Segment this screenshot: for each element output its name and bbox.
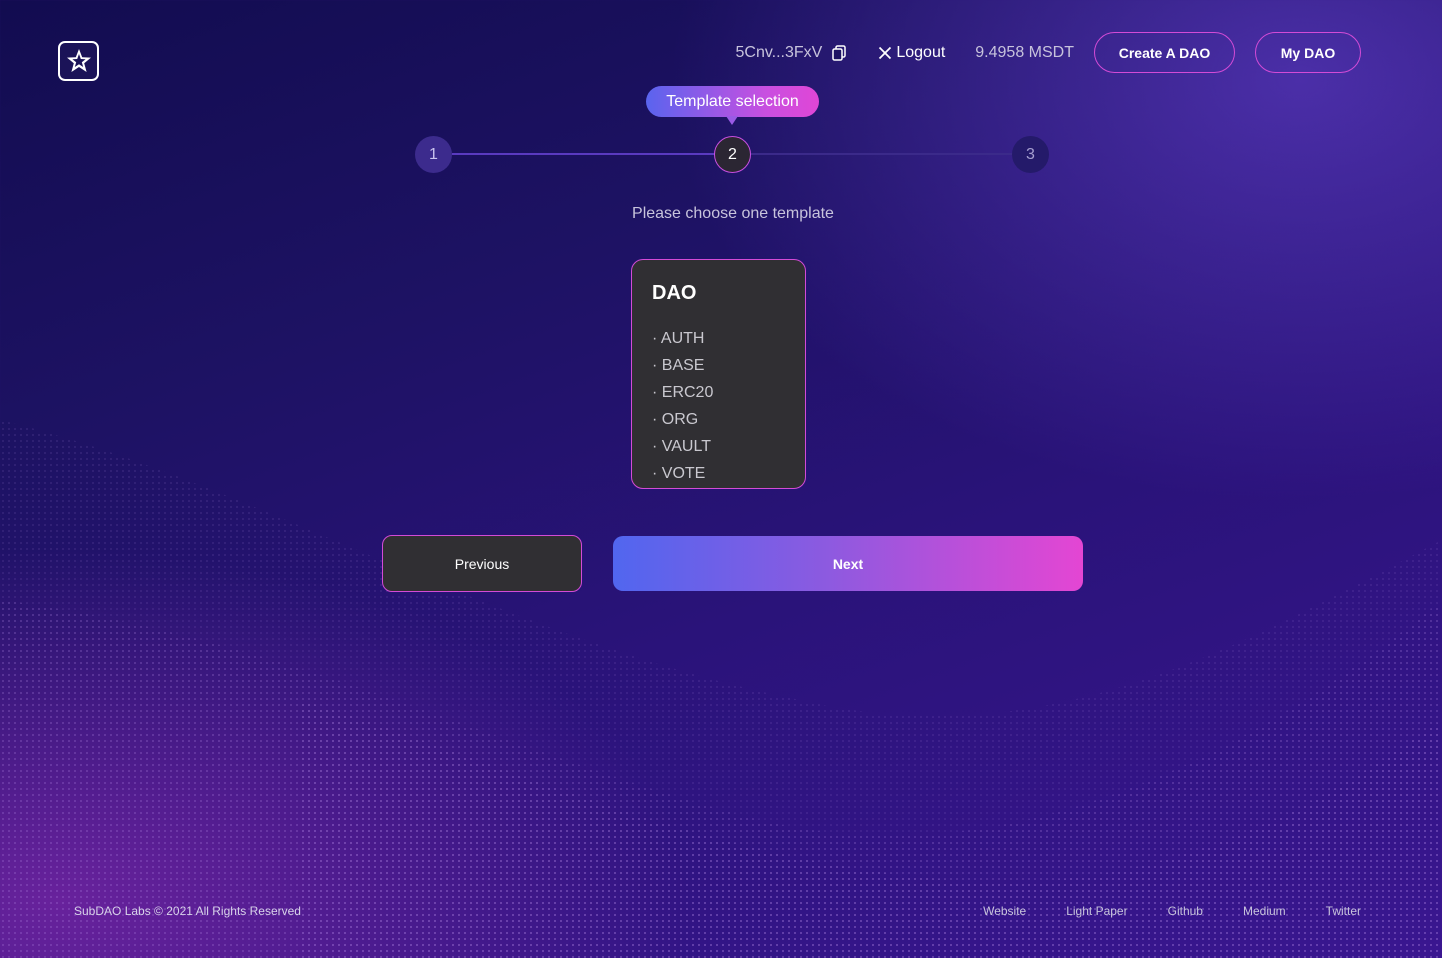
- logout-button[interactable]: Logout: [878, 44, 945, 62]
- subdao-logo[interactable]: [58, 41, 99, 81]
- step-connector-2: [751, 153, 1014, 155]
- wallet-address: 5Cnv...3FxV: [736, 44, 847, 62]
- template-module-item: · BASE: [652, 357, 705, 374]
- step-tooltip-arrow: [726, 116, 738, 125]
- page-subtitle: Please choose one template: [632, 205, 834, 222]
- step-connector-1: [452, 153, 715, 155]
- create-dao-button[interactable]: Create A DAO: [1094, 32, 1235, 73]
- my-dao-button[interactable]: My DAO: [1255, 32, 1361, 73]
- template-module-item: · AUTH: [652, 330, 705, 347]
- footer-link-website[interactable]: Website: [983, 904, 1026, 918]
- step-tooltip: Template selection: [646, 86, 819, 117]
- footer-link-twitter[interactable]: Twitter: [1326, 904, 1361, 918]
- template-module-item: · ORG: [652, 411, 699, 428]
- next-button[interactable]: Next: [613, 536, 1083, 591]
- template-card-dao[interactable]: DAO · AUTH · BASE · ERC20 · ORG · VAULT …: [631, 259, 806, 489]
- template-module-list: · AUTH · BASE · ERC20 · ORG · VAULT · VO…: [652, 329, 805, 491]
- footer-link-github[interactable]: Github: [1168, 904, 1203, 918]
- previous-button[interactable]: Previous: [382, 535, 582, 592]
- header-nav: 5Cnv...3FxV Logout 9.4958 MSDT Create A …: [736, 32, 1361, 73]
- template-module-item: · VOTE: [652, 465, 706, 482]
- close-icon: [879, 46, 892, 59]
- logout-label: Logout: [896, 43, 946, 61]
- template-module-item: · VAULT: [652, 438, 711, 455]
- footer-copyright: SubDAO Labs © 2021 All Rights Reserved: [74, 904, 301, 918]
- footer-links: Website Light Paper Github Medium Twitte…: [943, 904, 1361, 918]
- step-1: 1: [415, 136, 452, 173]
- copy-icon[interactable]: [832, 44, 847, 61]
- star-logo-icon: [66, 49, 91, 72]
- footer-link-light-paper[interactable]: Light Paper: [1066, 904, 1127, 918]
- template-module-item: · ERC20: [652, 384, 714, 401]
- wallet-address-text: 5Cnv...3FxV: [735, 43, 823, 61]
- step-3: 3: [1012, 136, 1049, 173]
- step-2-current: 2: [714, 136, 751, 173]
- template-card-title: DAO: [652, 282, 697, 304]
- balance-display: 9.4958 MSDT: [975, 43, 1074, 61]
- footer-link-medium[interactable]: Medium: [1243, 904, 1286, 918]
